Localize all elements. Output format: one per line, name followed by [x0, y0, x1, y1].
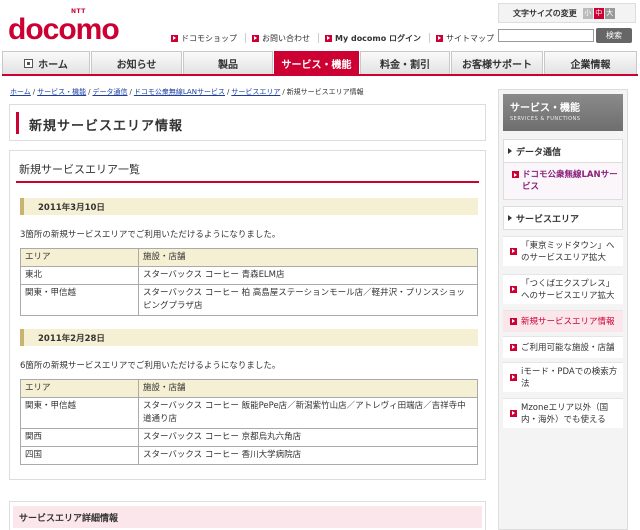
logo-docomo-text: docomo [8, 13, 120, 46]
title-accent-bar [16, 112, 19, 134]
area-detail-section: サービスエリア詳細情報 [9, 501, 486, 530]
arrow-icon [510, 247, 517, 255]
breadcrumb-link-wlan[interactable]: ドコモ公衆無線LANサービス [134, 88, 225, 96]
update-date-heading: 2011年3月10日 [20, 198, 478, 215]
font-size-large-button[interactable]: 大 [604, 7, 615, 19]
nav-home[interactable]: ホーム [2, 51, 90, 74]
sidebar-heading-en: SERVICES & FUNCTIONS [510, 116, 581, 122]
search-input[interactable] [498, 29, 594, 42]
update-note: 6箇所の新規サービスエリアでご利用いただけるようになりました。 [20, 361, 281, 371]
breadcrumb-link-services[interactable]: サービス・機能 [37, 88, 86, 96]
table-row: 四国 スターバックス コーヒー 香川大学病院店 [20, 446, 478, 465]
font-size-switcher: 文字サイズの変更 小 中 大 [498, 3, 636, 23]
font-size-small-button[interactable]: 小 [582, 7, 593, 19]
area-detail-heading: サービスエリア詳細情報 [13, 506, 482, 528]
arrow-icon [510, 343, 517, 351]
nav-corporate[interactable]: 企業情報 [544, 51, 637, 74]
breadcrumb-link-data-comm[interactable]: データ通信 [93, 88, 128, 96]
table-row: 関東・甲信越 スターバックス コーヒー 飯能PePe店／新潟紫竹山店／アトレヴィ… [20, 397, 478, 429]
sidebar-item-wlan[interactable]: ドコモ公衆無線LANサービス [504, 162, 622, 199]
sidebar-link-new-area[interactable]: 新規サービスエリア情報 [503, 310, 623, 332]
update-note: 3箇所の新規サービスエリアでご利用いただけるようになりました。 [20, 230, 281, 240]
nav-news[interactable]: お知らせ [91, 51, 182, 74]
font-size-label: 文字サイズの変更 [513, 8, 577, 18]
facility-cell: スターバックス コーヒー 青森ELM店 [138, 266, 478, 285]
area-cell: 関東・甲信越 [20, 284, 139, 316]
docomo-logo[interactable]: NTT docomo [8, 8, 123, 48]
breadcrumb-current: 新規サービスエリア情報 [286, 88, 364, 96]
column-header-area: エリア [20, 379, 139, 398]
search-button[interactable]: 検索 [596, 28, 632, 43]
arrow-icon [510, 409, 517, 417]
sidebar-heading-text: サービス・機能 [510, 103, 580, 114]
global-nav: ホーム お知らせ 製品 サービス・機能 料金・割引 お客様サポート 企業情報 [2, 51, 638, 76]
table-header-row: エリア 施設・店舗 [20, 248, 478, 267]
arrow-icon [171, 34, 178, 42]
update-date-heading: 2011年2月28日 [20, 329, 478, 346]
sidebar-item-area[interactable]: サービスエリア [503, 206, 623, 230]
header-link-contact[interactable]: お問い合わせ [245, 33, 318, 43]
sidebar-link-imode-search[interactable]: iモード・PDAでの検索方法 [503, 362, 623, 392]
arrow-icon [436, 34, 444, 42]
header-link-sitemap[interactable]: サイトマップ [429, 33, 502, 43]
table-row: 関西 スターバックス コーヒー 京都烏丸六角店 [20, 428, 478, 447]
header-links: ドコモショップ お問い合わせ My docomo ログイン サイトマップ [171, 33, 502, 45]
arrow-icon [252, 34, 259, 42]
area-cell: 関西 [20, 428, 139, 447]
breadcrumb: ホーム / サービス・機能 / データ通信 / ドコモ公衆無線LANサービス / サービスエリア… [10, 88, 364, 96]
breadcrumb-link-area[interactable]: サービスエリア [231, 88, 280, 96]
page-title: 新規サービスエリア情報 [29, 119, 184, 134]
triangle-right-icon [508, 148, 512, 154]
facility-cell: スターバックス コーヒー 京都烏丸六角店 [138, 428, 478, 447]
area-cell: 東北 [20, 266, 139, 285]
area-cell: 四国 [20, 446, 139, 465]
table-header-row: エリア 施設・店舗 [20, 379, 478, 398]
section-divider [16, 181, 479, 183]
sidebar-area-label: サービスエリア [504, 207, 622, 229]
sidebar-group-data-comm: データ通信 ドコモ公衆無線LANサービス [503, 139, 623, 200]
facility-cell: スターバックス コーヒー 香川大学病院店 [138, 446, 478, 465]
column-header-facility: 施設・店舗 [138, 248, 478, 267]
sidebar: サービス・機能 SERVICES & FUNCTIONS データ通信 ドコモ公衆… [498, 89, 628, 530]
area-table: エリア 施設・店舗 関東・甲信越 スターバックス コーヒー 飯能PePe店／新潟… [20, 379, 478, 465]
table-row: 関東・甲信越 スターバックス コーヒー 柏 高島屋ステーションモール店／軽井沢・… [20, 284, 478, 316]
page-title-box: 新規サービスエリア情報 [9, 104, 486, 141]
triangle-right-icon [508, 215, 512, 221]
sidebar-heading: サービス・機能 SERVICES & FUNCTIONS [503, 94, 623, 131]
section-title: 新規サービスエリア一覧 [19, 163, 140, 176]
nav-support[interactable]: お客様サポート [451, 51, 543, 74]
sidebar-item-data-comm[interactable]: データ通信 [504, 140, 622, 162]
new-area-list-section: 新規サービスエリア一覧 2011年3月10日 3箇所の新規サービスエリアでご利用… [9, 150, 486, 480]
sidebar-link-tsukuba-express[interactable]: 「つくばエクスプレス」へのサービスエリア拡大 [503, 274, 623, 304]
facility-cell: スターバックス コーヒー 飯能PePe店／新潟紫竹山店／アトレヴィ田端店／吉祥寺… [138, 397, 478, 429]
nav-pricing[interactable]: 料金・割引 [360, 51, 450, 74]
area-cell: 関東・甲信越 [20, 397, 139, 429]
arrow-icon [510, 373, 517, 381]
home-icon [24, 58, 34, 68]
column-header-area: エリア [20, 248, 139, 267]
arrow-icon [512, 171, 519, 178]
font-size-medium-button[interactable]: 中 [593, 7, 604, 19]
arrow-icon [510, 317, 517, 325]
header-link-docomo-shop[interactable]: ドコモショップ [171, 33, 245, 43]
facility-cell: スターバックス コーヒー 柏 高島屋ステーションモール店／軽井沢・プリンスショッ… [138, 284, 478, 316]
arrow-icon [510, 285, 517, 293]
nav-services[interactable]: サービス・機能 [274, 51, 359, 74]
sidebar-link-outside-mzone[interactable]: Mzoneエリア以外（国内・海外）でも使える [503, 398, 623, 428]
sidebar-link-facilities[interactable]: ご利用可能な施設・店舗 [503, 336, 623, 358]
table-row: 東北 スターバックス コーヒー 青森ELM店 [20, 266, 478, 285]
column-header-facility: 施設・店舗 [138, 379, 478, 398]
arrow-icon [325, 34, 332, 42]
area-table: エリア 施設・店舗 東北 スターバックス コーヒー 青森ELM店 関東・甲信越 … [20, 248, 478, 316]
sidebar-link-midtown[interactable]: 「東京ミッドタウン」へのサービスエリア拡大 [503, 236, 623, 266]
header-link-my-docomo-login[interactable]: My docomo ログイン [318, 33, 429, 43]
breadcrumb-link-home[interactable]: ホーム [10, 88, 31, 96]
nav-products[interactable]: 製品 [183, 51, 273, 74]
